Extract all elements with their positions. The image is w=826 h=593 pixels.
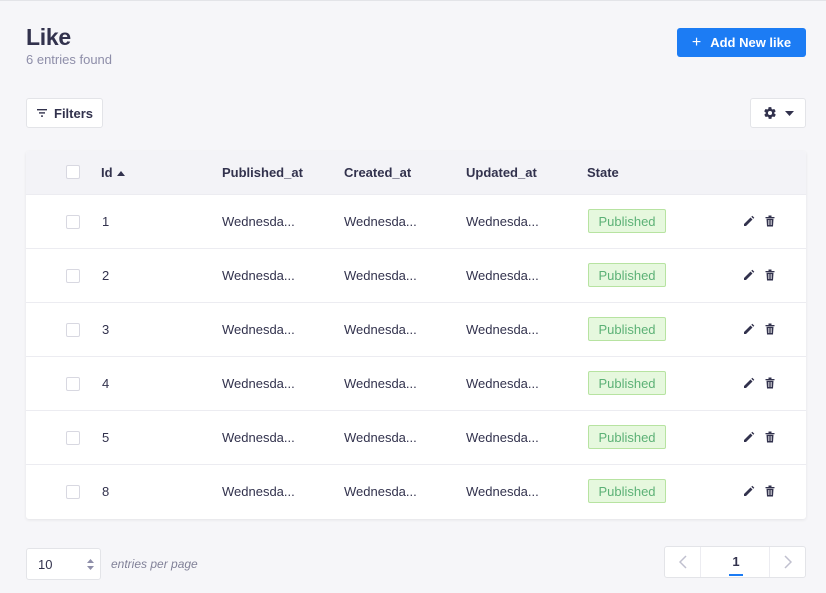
row-checkbox[interactable]: [66, 377, 80, 391]
row-checkbox[interactable]: [66, 269, 80, 283]
add-new-button[interactable]: + Add New like: [677, 28, 806, 57]
cell-id: 2: [102, 268, 110, 283]
trash-icon[interactable]: [764, 215, 776, 227]
cell-updated-at: Wednesda...: [466, 376, 539, 391]
column-header-id-label: Id: [101, 165, 113, 180]
pencil-icon[interactable]: [743, 323, 755, 335]
filters-button[interactable]: Filters: [26, 98, 103, 128]
table-row[interactable]: 2 Wednesda... Wednesda... Wednesda... Pu…: [26, 248, 806, 302]
caret-down-icon: [784, 110, 794, 116]
gear-icon: [763, 107, 776, 119]
cell-created-at: Wednesda...: [344, 214, 417, 229]
current-page-indicator: [729, 574, 743, 576]
cell-updated-at: Wednesda...: [466, 430, 539, 445]
previous-page-button[interactable]: [665, 547, 701, 577]
row-checkbox[interactable]: [66, 431, 80, 445]
add-new-button-label: Add New like: [710, 35, 792, 50]
chevron-right-icon: [783, 555, 792, 569]
row-checkbox[interactable]: [66, 485, 80, 499]
status-badge: Published: [588, 317, 666, 341]
filters-button-label: Filters: [54, 105, 94, 121]
table-row[interactable]: 3 Wednesda... Wednesda... Wednesda... Pu…: [26, 302, 806, 356]
trash-icon[interactable]: [764, 377, 776, 389]
trash-icon[interactable]: [764, 485, 776, 497]
pencil-icon[interactable]: [743, 431, 755, 443]
trash-icon[interactable]: [764, 431, 776, 443]
cell-updated-at: Wednesda...: [466, 268, 539, 283]
cell-id: 8: [102, 484, 110, 499]
cell-published-at: Wednesda...: [222, 214, 295, 229]
cell-published-at: Wednesda...: [222, 376, 295, 391]
pencil-icon[interactable]: [743, 215, 755, 227]
row-checkbox[interactable]: [66, 323, 80, 337]
cell-published-at: Wednesda...: [222, 268, 295, 283]
cell-created-at: Wednesda...: [344, 376, 417, 391]
status-badge: Published: [588, 479, 666, 503]
top-border: [0, 0, 826, 1]
cell-published-at: Wednesda...: [222, 484, 295, 499]
cell-created-at: Wednesda...: [344, 322, 417, 337]
cell-created-at: Wednesda...: [344, 268, 417, 283]
column-header-state[interactable]: State: [587, 165, 619, 180]
entries-per-page-label: entries per page: [111, 557, 198, 571]
column-header-published-at[interactable]: Published_at: [222, 165, 303, 180]
filter-icon: [37, 109, 47, 117]
row-checkbox[interactable]: [66, 215, 80, 229]
status-badge: Published: [588, 371, 666, 395]
entries-per-page-select[interactable]: 10: [26, 548, 101, 580]
stepper-arrows-icon: [87, 559, 94, 570]
cell-updated-at: Wednesda...: [466, 484, 539, 499]
cell-id: 1: [102, 214, 110, 229]
chevron-left-icon: [678, 555, 687, 569]
trash-icon[interactable]: [764, 269, 776, 281]
column-header-updated-at[interactable]: Updated_at: [466, 165, 537, 180]
table-row[interactable]: 4 Wednesda... Wednesda... Wednesda... Pu…: [26, 356, 806, 410]
pencil-icon[interactable]: [743, 377, 755, 389]
table-row[interactable]: 8 Wednesda... Wednesda... Wednesda... Pu…: [26, 464, 806, 518]
table-header: Id Published_at Created_at Updated_at St…: [26, 151, 806, 194]
plus-icon: +: [691, 33, 702, 51]
cell-published-at: Wednesda...: [222, 322, 295, 337]
cell-id: 3: [102, 322, 110, 337]
column-settings-button[interactable]: [750, 98, 806, 128]
cell-id: 5: [102, 430, 110, 445]
sort-ascending-icon: [116, 171, 125, 176]
cell-created-at: Wednesda...: [344, 430, 417, 445]
cell-updated-at: Wednesda...: [466, 214, 539, 229]
column-header-created-at[interactable]: Created_at: [344, 165, 411, 180]
page-number-current[interactable]: 1: [721, 554, 751, 569]
cell-created-at: Wednesda...: [344, 484, 417, 499]
column-header-id[interactable]: Id: [101, 165, 125, 180]
cell-id: 4: [102, 376, 110, 391]
status-badge: Published: [588, 209, 666, 233]
cell-updated-at: Wednesda...: [466, 322, 539, 337]
table-row[interactable]: 1 Wednesda... Wednesda... Wednesda... Pu…: [26, 194, 806, 248]
entries-count: 6 entries found: [26, 52, 113, 67]
trash-icon[interactable]: [764, 323, 776, 335]
entries-per-page-value: 10: [38, 556, 53, 572]
status-badge: Published: [588, 425, 666, 449]
status-badge: Published: [588, 263, 666, 287]
table-row[interactable]: 5 Wednesda... Wednesda... Wednesda... Pu…: [26, 410, 806, 464]
pencil-icon[interactable]: [743, 485, 755, 497]
entries-table: Id Published_at Created_at Updated_at St…: [26, 151, 806, 519]
pencil-icon[interactable]: [743, 269, 755, 281]
select-all-checkbox[interactable]: [66, 165, 80, 179]
cell-published-at: Wednesda...: [222, 430, 295, 445]
next-page-button[interactable]: [769, 547, 805, 577]
pagination: 1: [664, 546, 806, 578]
page-title: Like: [26, 24, 71, 50]
